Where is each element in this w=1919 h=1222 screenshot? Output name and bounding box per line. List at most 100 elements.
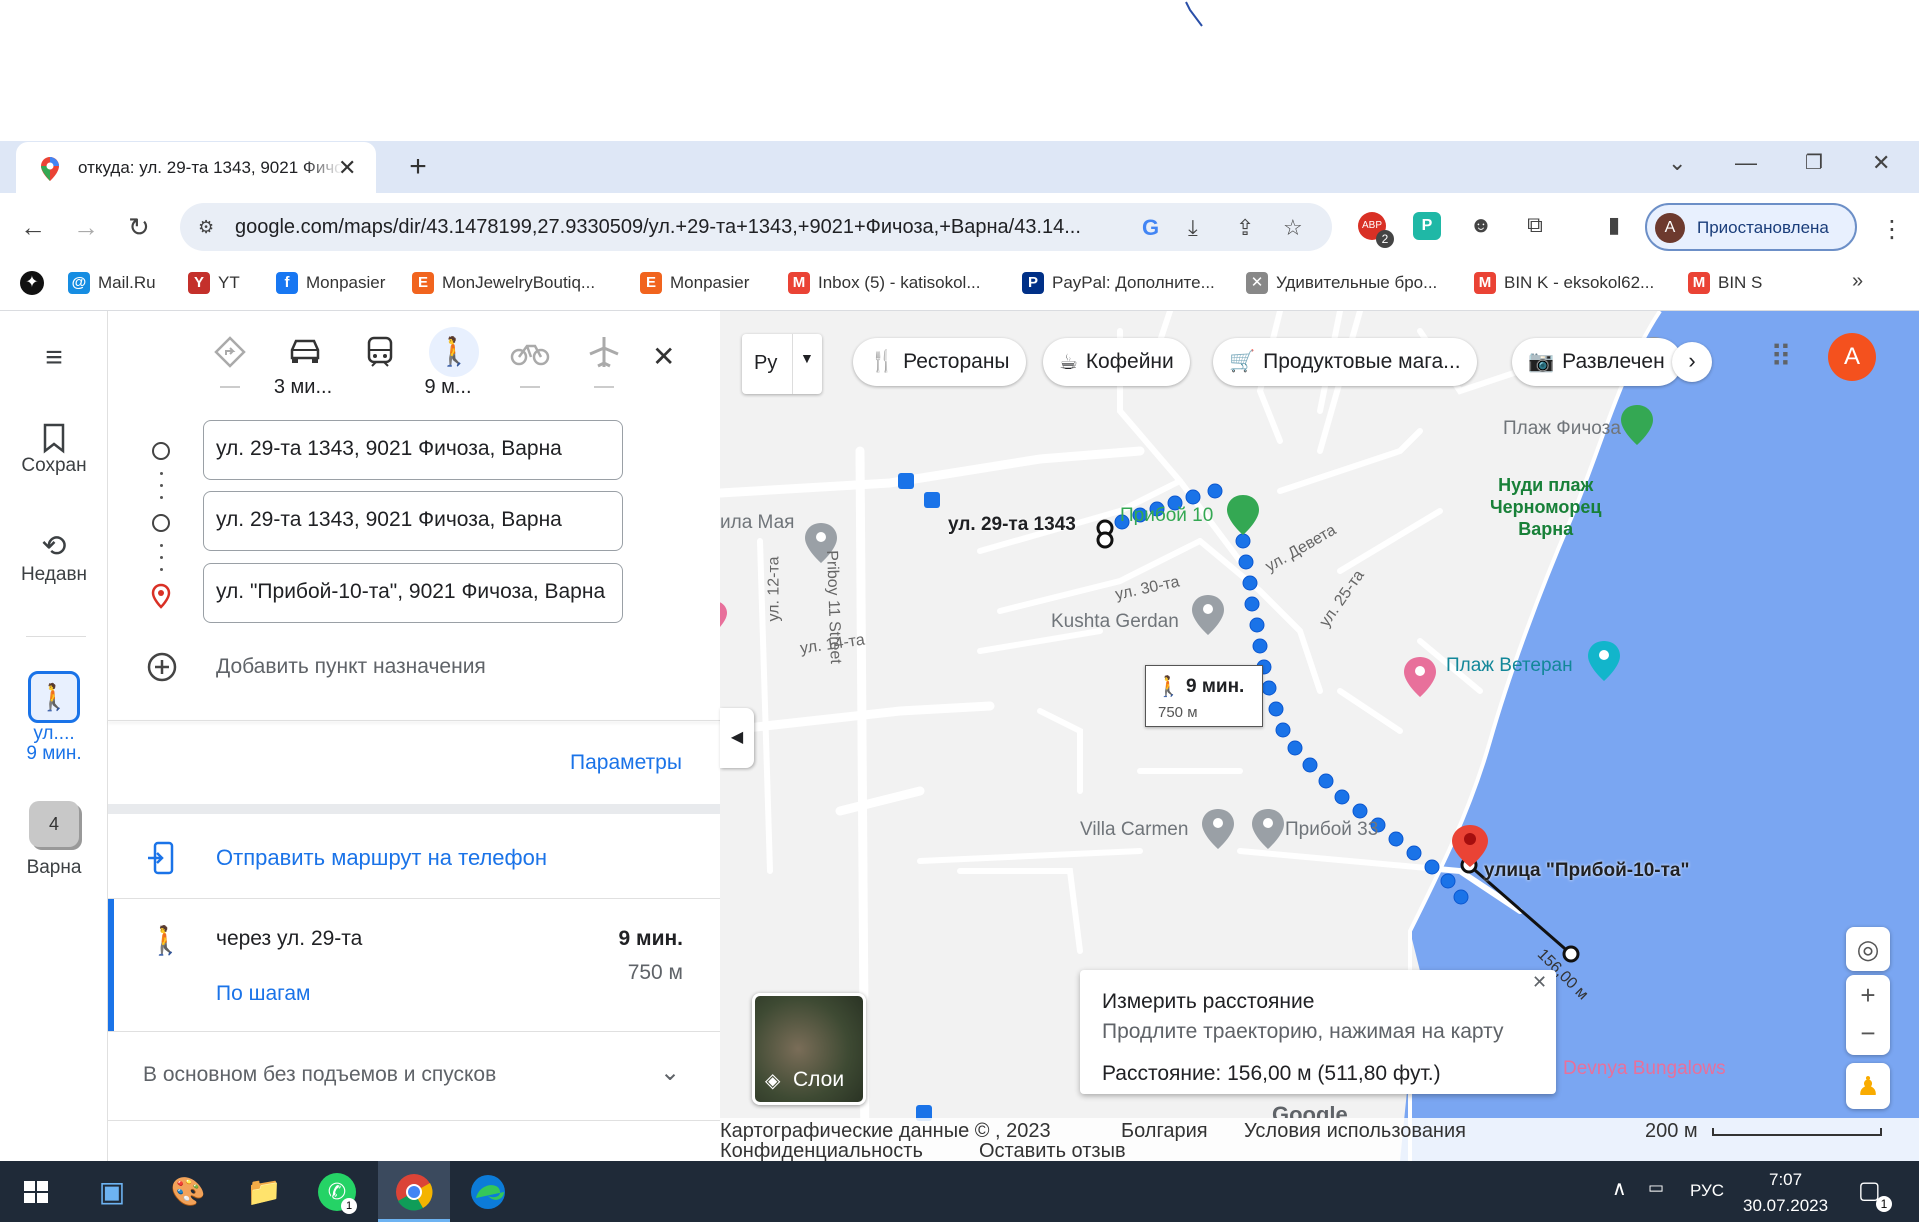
mode-bike[interactable] <box>508 334 552 370</box>
desktop-background <box>0 0 1919 141</box>
footer-terms[interactable]: Условия использования <box>1244 1120 1466 1143</box>
place-priboy-10[interactable]: Прибой 10 <box>1120 505 1213 527</box>
chrome-icon[interactable] <box>392 1170 436 1214</box>
install-app-icon[interactable]: ⤓ <box>1188 215 1198 241</box>
extension-p-icon[interactable]: P <box>1413 212 1441 240</box>
place-plazh-veteran[interactable]: Плаж Ветеран <box>1446 655 1573 677</box>
route-time-bubble[interactable]: 🚶 9 мин. 750 м <box>1145 665 1263 727</box>
steps-link[interactable]: По шагам <box>216 982 310 1006</box>
apps-grid-icon[interactable]: ⠿ <box>1770 340 1792 375</box>
extensions-puzzle-icon[interactable]: ⧉ <box>1521 212 1549 240</box>
chip-groceries[interactable]: 🛒 Продуктовые мага... <box>1213 338 1477 386</box>
varna-button[interactable]: 4 Варна <box>0 801 108 879</box>
collapse-panel-button[interactable]: ◀ <box>720 708 754 768</box>
mode-flight[interactable] <box>582 334 626 370</box>
chip-restaurants[interactable]: 🍴 Рестораны <box>853 338 1026 386</box>
place-plazh-fichoza[interactable]: Плаж Фичоза <box>1503 418 1621 440</box>
chevron-down-icon[interactable]: ⌄ <box>660 1058 680 1087</box>
bookmark-star-icon[interactable]: ☆ <box>1283 215 1303 241</box>
place-priboy-33[interactable]: Прибой 33 <box>1285 819 1378 841</box>
footer-privacy[interactable]: Конфиденциальность <box>720 1140 923 1163</box>
share-icon[interactable]: ⇪ <box>1236 215 1254 241</box>
reload-icon[interactable]: ↻ <box>128 212 150 243</box>
language-indicator[interactable]: РУС <box>1690 1181 1724 1201</box>
bookmark-item[interactable]: @ Mail.Ru <box>68 272 156 294</box>
pegman-icon[interactable]: ♟ <box>1846 1063 1890 1109</box>
stop-input[interactable]: ул. 29-та 1343, 9021 Фичоза, Варна <box>203 491 623 551</box>
recent-button[interactable]: ⟲ Недавн <box>0 529 108 586</box>
send-route-to-phone-link[interactable]: Отправить маршрут на телефон <box>216 845 547 871</box>
address-bar[interactable]: ⚙ google.com/maps/dir/43.1478199,27.9330… <box>180 203 1332 251</box>
options-button[interactable]: Параметры <box>570 751 682 775</box>
tab-search-icon[interactable]: ⌄ <box>1668 150 1686 176</box>
place-vila-maya[interactable]: ила Мая <box>720 512 794 534</box>
account-avatar[interactable]: A <box>1828 333 1876 381</box>
bookmark-item[interactable]: E Monpasier <box>640 272 749 294</box>
whatsapp-icon[interactable]: ✆ 1 <box>315 1170 359 1214</box>
bookmark-item[interactable]: M BIN K - eksokol62... <box>1474 272 1654 294</box>
add-destination-button[interactable]: Добавить пункт назначения <box>216 655 486 679</box>
place-villa-carmen[interactable]: Villa Carmen <box>1080 819 1188 841</box>
clock-time[interactable]: 7:07 <box>1769 1170 1802 1190</box>
elevation-info[interactable]: В основном без подъемов и спусков <box>143 1063 496 1087</box>
tray-chevron-icon[interactable]: ∧ <box>1612 1176 1627 1201</box>
control-panel-icon[interactable]: ▣ <box>90 1170 134 1214</box>
profile-button[interactable]: А Приостановлена <box>1645 203 1857 251</box>
add-circle-icon[interactable] <box>146 651 178 683</box>
minimize-icon[interactable]: — <box>1735 150 1757 176</box>
route-dots <box>160 544 163 547</box>
close-directions-icon[interactable]: ✕ <box>652 340 675 373</box>
bookmark-item[interactable]: M BIN S <box>1688 272 1762 294</box>
restore-icon[interactable]: ❐ <box>1805 150 1823 175</box>
close-tab-icon[interactable]: ✕ <box>338 155 356 181</box>
site-info-icon[interactable]: ⚙ <box>198 217 214 238</box>
chip-cafes[interactable]: ☕ Кофейни <box>1043 338 1190 386</box>
layers-button[interactable]: ◈ Слои <box>752 993 866 1105</box>
file-explorer-icon[interactable]: 📁 <box>242 1170 286 1214</box>
place-devnya-bungalows[interactable]: Devnya Bungalows <box>1563 1058 1726 1080</box>
scale-label[interactable]: 200 м <box>1645 1120 1698 1143</box>
chips-next-icon[interactable]: › <box>1672 342 1712 382</box>
battery-network-icon[interactable]: ▭ <box>1648 1178 1664 1198</box>
side-panel-icon[interactable]: ▮ <box>1600 212 1628 240</box>
zoom-in-button[interactable]: + <box>1846 975 1890 1015</box>
back-icon[interactable]: ← <box>20 212 46 243</box>
footer-feedback[interactable]: Оставить отзыв <box>979 1140 1126 1163</box>
bookmark-item[interactable]: P PayPal: Дополните... <box>1022 272 1215 294</box>
mode-transit[interactable] <box>358 334 402 370</box>
new-tab-button[interactable]: + <box>398 150 438 186</box>
saved-button[interactable]: Сохран <box>0 421 108 477</box>
my-location-icon[interactable]: ◎ <box>1846 927 1890 971</box>
robot-extension-icon[interactable]: ☻ <box>1467 212 1495 240</box>
edge-icon[interactable] <box>466 1170 510 1214</box>
mode-walk[interactable]: 🚶 <box>429 327 479 377</box>
destination-input[interactable]: ул. "Прибой-10-та", 9021 Фичоза, Варна <box>203 563 623 623</box>
browser-menu-icon[interactable]: ⋮ <box>1880 215 1904 244</box>
place-kushta-gerdan[interactable]: Kushta Gerdan <box>1051 611 1179 633</box>
language-selector[interactable]: Ру ▼ <box>742 334 822 394</box>
bookmark-item[interactable]: E MonJewelryBoutiq... <box>412 272 595 294</box>
place-nudi-plazh[interactable]: Нуди плаж Черноморец Варна <box>1490 474 1601 540</box>
bookmark-item[interactable]: M Inbox (5) - katisokol... <box>788 272 981 294</box>
bookmark-item[interactable]: f Monpasier <box>276 272 385 294</box>
mode-car[interactable] <box>283 334 327 370</box>
chip-entertainment[interactable]: 📷 Развлечен <box>1512 338 1682 386</box>
footer-country[interactable]: Болгария <box>1121 1120 1208 1143</box>
paint-app-icon[interactable]: 🎨 <box>166 1170 210 1214</box>
clock-date[interactable]: 30.07.2023 <box>1743 1196 1828 1216</box>
bookmarks-more-button[interactable]: » <box>1852 270 1863 293</box>
browser-tab[interactable]: откуда: ул. 29-та 1343, 9021 Фичоза ✕ <box>16 142 376 194</box>
bookmark-item[interactable]: Y YT <box>188 272 240 294</box>
zoom-out-button[interactable]: − <box>1846 1015 1890 1055</box>
bookmark-item[interactable]: ✕ Удивительные бро... <box>1246 272 1437 294</box>
google-lens-icon[interactable]: G <box>1142 215 1159 241</box>
close-measure-icon[interactable]: ✕ <box>1532 972 1547 993</box>
mode-best[interactable] <box>208 334 252 370</box>
active-trip-button[interactable]: 🚶 ул.... 9 мин. <box>0 671 108 765</box>
bookmark-apps-icon[interactable]: ✦ <box>20 271 44 295</box>
origin-input[interactable]: ул. 29-та 1343, 9021 Фичоза, Варна <box>203 420 623 480</box>
forward-icon[interactable]: → <box>73 212 99 243</box>
close-window-icon[interactable]: ✕ <box>1872 150 1890 176</box>
windows-start-icon[interactable] <box>14 1170 58 1214</box>
menu-icon[interactable]: ≡ <box>0 341 108 375</box>
